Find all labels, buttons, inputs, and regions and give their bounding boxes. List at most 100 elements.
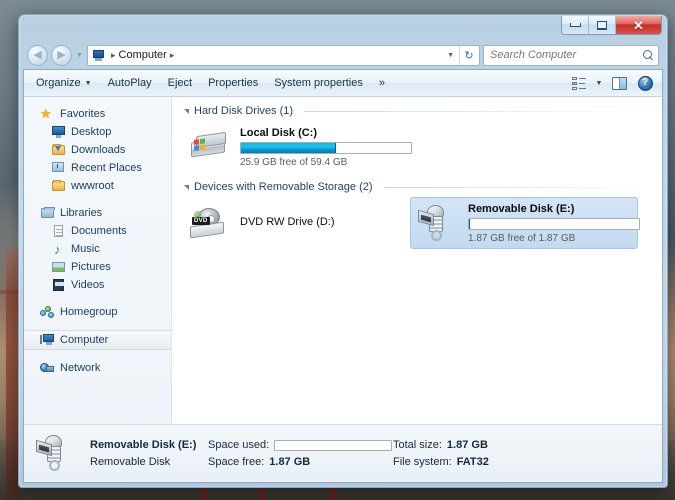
sidebar-item-videos[interactable]: Videos xyxy=(24,276,171,294)
usb-drive-icon xyxy=(34,433,80,475)
toolbar-eject[interactable]: Eject xyxy=(160,72,200,94)
navigation-bar: ◀ ▶ ▼ ▸ Computer ▸ ▼ ↻ xyxy=(23,41,663,69)
sidebar-label: Downloads xyxy=(71,144,126,156)
sidebar-label: Pictures xyxy=(71,261,111,273)
refresh-icon: ↻ xyxy=(464,49,474,62)
sidebar-label: Favorites xyxy=(60,108,106,120)
navigation-pane: ★ Favorites Desktop Downloads Recent Pla… xyxy=(24,97,172,424)
toolbar-properties[interactable]: Properties xyxy=(200,72,266,94)
computer-icon xyxy=(91,49,105,62)
close-icon: ✕ xyxy=(633,17,644,33)
nav-group-network: Network xyxy=(24,359,171,377)
details-column-name: Removable Disk (E:) Removable Disk xyxy=(90,439,208,468)
space-used-bar xyxy=(274,439,393,451)
drive-tile-local-disk-c[interactable]: Local Disk (C:) 25.9 GB free of 59.4 GB xyxy=(182,121,412,173)
sidebar-item-music[interactable]: ♪ Music xyxy=(24,240,171,258)
drive-capacity-text: 25.9 GB free of 59.4 GB xyxy=(240,156,348,168)
breadcrumb-computer[interactable]: Computer xyxy=(119,49,167,61)
sidebar-item-desktop[interactable]: Desktop xyxy=(24,123,171,141)
collapse-triangle-icon xyxy=(184,108,189,114)
homegroup-icon xyxy=(40,305,55,319)
recent-places-icon xyxy=(51,161,66,175)
forward-arrow-icon: ▶ xyxy=(57,48,66,61)
sidebar-item-favorites[interactable]: ★ Favorites xyxy=(24,105,171,123)
sidebar-item-libraries[interactable]: Libraries xyxy=(24,204,171,222)
sidebar-item-homegroup[interactable]: Homegroup xyxy=(24,303,171,321)
forward-button[interactable]: ▶ xyxy=(51,44,72,66)
preview-pane-button[interactable] xyxy=(606,72,632,94)
client-area: Organize ▼ AutoPlay Eject Properties Sys… xyxy=(23,69,663,483)
toolbar-autoplay[interactable]: AutoPlay xyxy=(100,72,160,94)
sidebar-item-network[interactable]: Network xyxy=(24,359,171,377)
details-pane: Removable Disk (E:) Removable Disk Space… xyxy=(24,424,662,482)
minimize-icon xyxy=(569,23,581,27)
nav-group-computer: Computer xyxy=(24,330,171,350)
address-dropdown-icon[interactable]: ▼ xyxy=(442,52,459,59)
explorer-window: ✕ ◀ ▶ ▼ ▸ Computer ▸ ▼ ↻ Search Computer… xyxy=(18,14,668,488)
resize-grip[interactable] xyxy=(652,473,664,485)
drive-info: Local Disk (C:) 25.9 GB free of 59.4 GB xyxy=(240,127,412,168)
group-divider xyxy=(383,186,652,188)
dvd-badge-label: DVD xyxy=(192,217,210,225)
group-header-removable-storage[interactable]: Devices with Removable Storage (2) xyxy=(182,181,652,193)
sidebar-item-downloads[interactable]: Downloads xyxy=(24,141,171,159)
details-disk-name: Removable Disk (E:) xyxy=(90,439,197,451)
breadcrumb-separator[interactable]: ▸ xyxy=(170,50,175,61)
document-icon xyxy=(51,224,66,238)
details-file-system: File system: FAT32 xyxy=(393,456,489,468)
capacity-bar-fill xyxy=(241,142,337,153)
recent-pages-button[interactable]: ▼ xyxy=(75,52,84,59)
group-title: Devices with Removable Storage (2) xyxy=(194,181,373,193)
details-column-space: Space used: Space free: 1.87 GB xyxy=(208,439,393,468)
help-button[interactable]: ? xyxy=(632,72,658,94)
hard-disk-icon xyxy=(188,128,232,166)
sidebar-label: wwwroot xyxy=(71,180,114,192)
nav-group-favorites: ★ Favorites Desktop Downloads Recent Pla… xyxy=(24,105,171,195)
sidebar-item-wwwroot[interactable]: wwwroot xyxy=(24,177,171,195)
back-button[interactable]: ◀ xyxy=(27,44,48,66)
toolbar-overflow-button[interactable]: » xyxy=(371,72,393,94)
close-button[interactable]: ✕ xyxy=(616,16,661,34)
overflow-chevron-icon: » xyxy=(378,77,385,89)
sidebar-item-computer[interactable]: Computer xyxy=(24,330,171,350)
folder-icon xyxy=(51,179,66,193)
drive-tile-dvd-rw-d[interactable]: DVD DVD RW Drive (D:) xyxy=(182,197,410,249)
group-title: Hard Disk Drives (1) xyxy=(194,105,294,117)
group-divider xyxy=(304,110,652,112)
sidebar-item-documents[interactable]: Documents xyxy=(24,222,171,240)
drive-tile-removable-disk-e[interactable]: Removable Disk (E:) 1.87 GB free of 1.87… xyxy=(410,197,640,249)
refresh-button[interactable]: ↻ xyxy=(459,45,478,65)
toolbar-system-properties[interactable]: System properties xyxy=(266,72,371,94)
details-disk-type: Removable Disk xyxy=(90,456,171,468)
drive-info: Removable Disk (E:) 1.87 GB free of 1.87… xyxy=(468,202,640,244)
details-space-used: Space used: xyxy=(208,439,393,451)
details-columns: Removable Disk (E:) Removable Disk Space… xyxy=(90,439,652,468)
maximize-button[interactable] xyxy=(589,16,616,34)
change-view-dropdown[interactable]: ▼ xyxy=(592,72,606,94)
back-arrow-icon: ◀ xyxy=(33,48,42,61)
video-icon xyxy=(51,278,66,292)
drive-tiles-removable: DVD DVD RW Drive (D:) Removable Disk (E:… xyxy=(182,197,652,251)
music-note-icon: ♪ xyxy=(54,242,61,257)
search-box[interactable] xyxy=(483,44,659,66)
group-header-hard-disk-drives[interactable]: Hard Disk Drives (1) xyxy=(182,105,652,117)
drive-capacity-text: 1.87 GB free of 1.87 GB xyxy=(468,232,576,244)
window-controls: ✕ xyxy=(561,16,662,35)
address-bar[interactable]: ▸ Computer ▸ ▼ ↻ xyxy=(87,44,480,66)
file-list-pane[interactable]: Hard Disk Drives (1) Local Disk (C:) 25.… xyxy=(172,97,662,424)
search-input[interactable] xyxy=(490,49,643,61)
minimize-button[interactable] xyxy=(562,16,589,34)
toolbar-organize[interactable]: Organize ▼ xyxy=(28,72,100,94)
sidebar-label: Videos xyxy=(71,279,105,291)
change-view-button[interactable] xyxy=(566,72,592,94)
capacity-bar xyxy=(240,141,412,154)
drive-name: Removable Disk (E:) xyxy=(468,202,575,215)
toolbar-autoplay-label: AutoPlay xyxy=(107,77,152,89)
sidebar-item-pictures[interactable]: Pictures xyxy=(24,258,171,276)
command-bar: Organize ▼ AutoPlay Eject Properties Sys… xyxy=(24,70,662,97)
details-total-size: Total size: 1.87 GB xyxy=(393,439,488,451)
sidebar-label: Desktop xyxy=(71,126,112,138)
sidebar-item-recent-places[interactable]: Recent Places xyxy=(24,159,171,177)
capacity-bar-fill xyxy=(469,218,470,229)
chevron-down-icon: ▼ xyxy=(76,51,83,59)
